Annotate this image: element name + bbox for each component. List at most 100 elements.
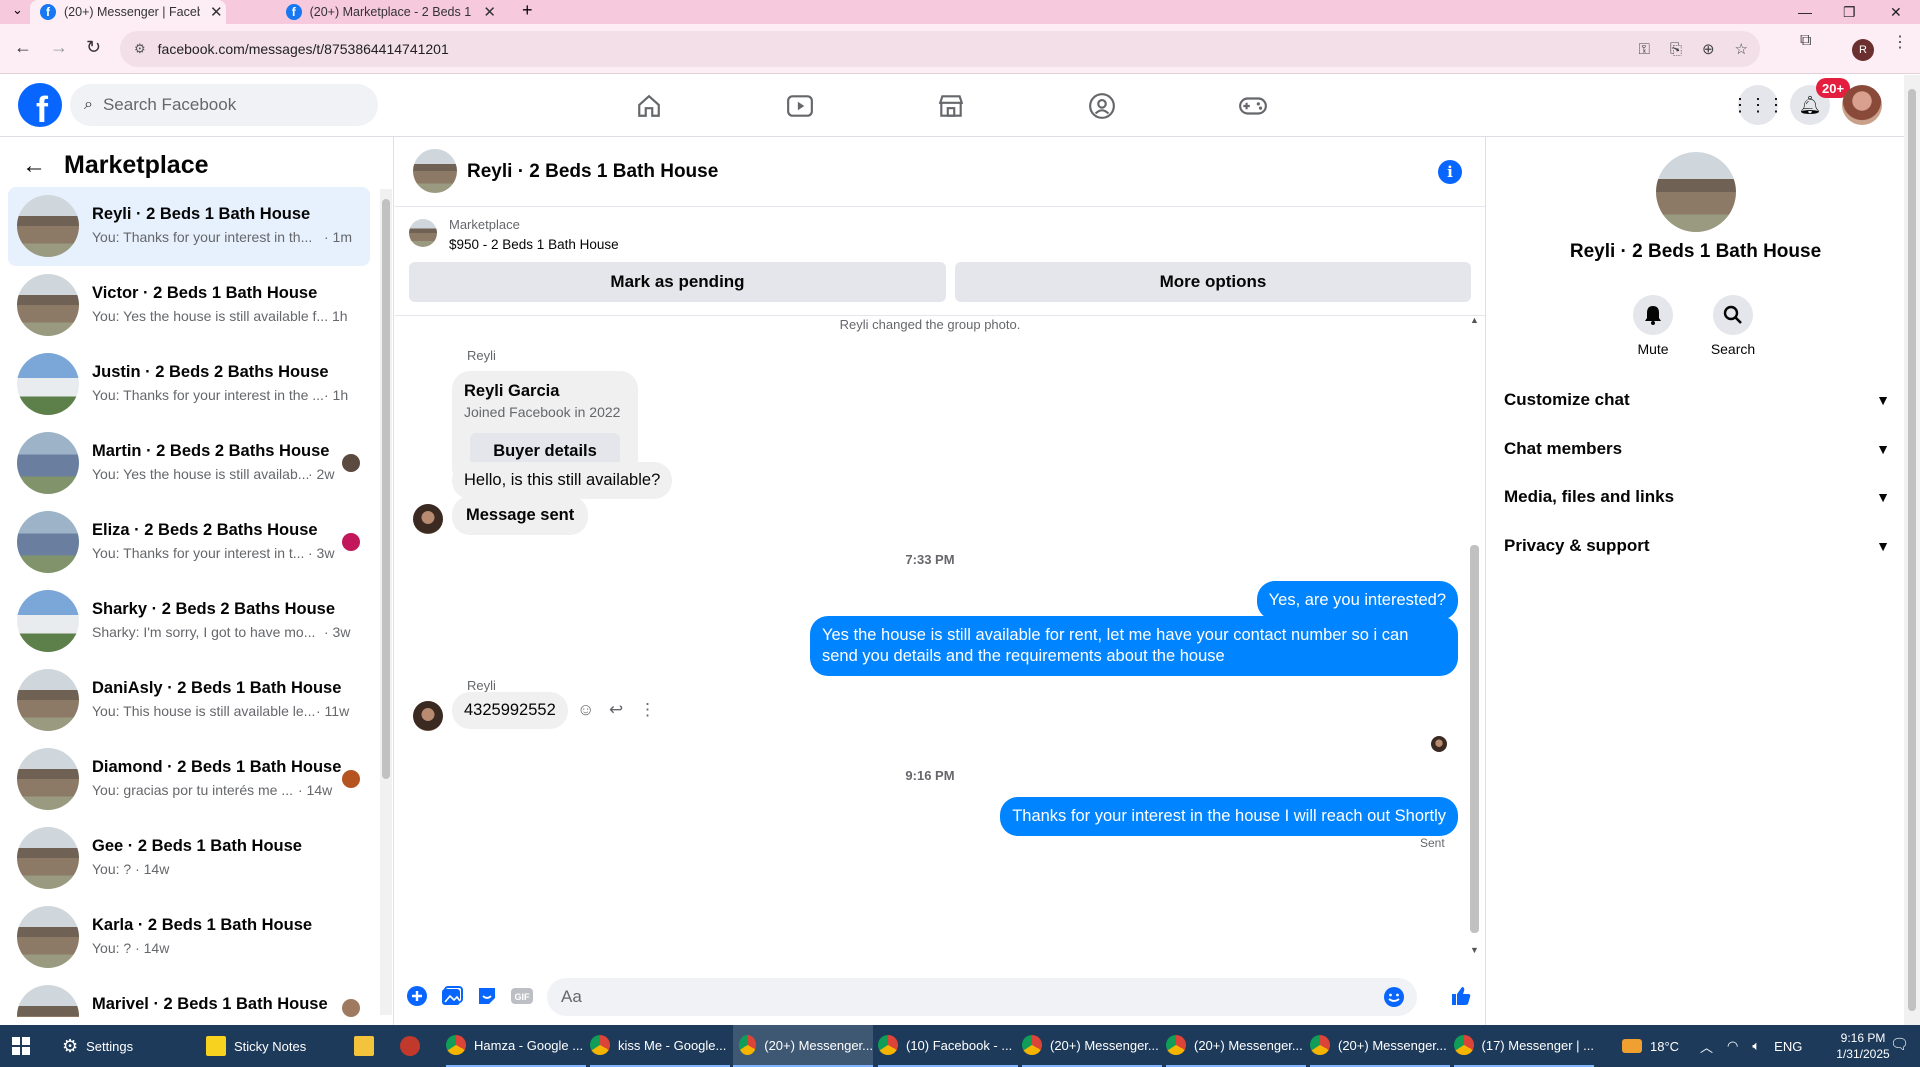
- conversation-item[interactable]: Gee · 2 Beds 1 Bath House You: ? · 14w: [8, 819, 370, 898]
- message-bubble-incoming[interactable]: Hello, is this still available?: [452, 462, 673, 499]
- chat-thumbnail[interactable]: [413, 149, 457, 193]
- info-icon[interactable]: i: [1438, 160, 1462, 184]
- message-bubble-incoming[interactable]: Message sent: [452, 496, 589, 535]
- taskbar-clock[interactable]: 9:16 PM 1/31/2025: [1832, 1030, 1894, 1062]
- weather-widget[interactable]: 18°C: [1622, 1025, 1679, 1067]
- taskbar-settings[interactable]: ⚙ Settings: [62, 1025, 202, 1067]
- taskbar-chrome-window[interactable]: (20+) Messenger...: [1022, 1025, 1162, 1067]
- taskbar-chrome-window[interactable]: (20+) Messenger...: [1166, 1025, 1306, 1067]
- conversation-item[interactable]: Marivel · 2 Beds 1 Bath House: [8, 977, 370, 1017]
- taskbar-chrome-window[interactable]: (20+) Messenger...: [1310, 1025, 1450, 1067]
- start-button[interactable]: [12, 1025, 30, 1067]
- scroll-down-icon[interactable]: ▼: [1470, 945, 1479, 955]
- install-app-icon[interactable]: ⎘: [1670, 41, 1682, 58]
- restore-icon[interactable]: ❐: [1843, 0, 1856, 24]
- taskbar-file-explorer[interactable]: [354, 1025, 394, 1067]
- sender-avatar[interactable]: [413, 701, 443, 731]
- section-privacy-support[interactable]: Privacy & support ▼: [1504, 526, 1894, 566]
- conversation-item[interactable]: Martin · 2 Beds 2 Baths House You: Yes t…: [8, 424, 370, 503]
- scroll-up-icon[interactable]: ▲: [1470, 315, 1479, 325]
- home-icon[interactable]: [634, 91, 664, 121]
- url-omnibox[interactable]: ⚙ facebook.com/messages/t/87538644147412…: [120, 31, 1760, 67]
- message-bubble-outgoing[interactable]: Thanks for your interest in the house I …: [1000, 797, 1458, 836]
- search-in-chat-button[interactable]: Search: [1703, 295, 1763, 357]
- mark-as-pending-button[interactable]: Mark as pending: [409, 262, 946, 302]
- taskbar-chrome-window[interactable]: (10) Facebook - ...: [878, 1025, 1018, 1067]
- new-tab-icon[interactable]: +: [522, 0, 533, 21]
- emoji-icon[interactable]: [1383, 986, 1405, 1013]
- message-bubble-outgoing[interactable]: Yes, are you interested?: [1256, 581, 1458, 620]
- browser-menu-icon[interactable]: ⋮: [1892, 32, 1908, 52]
- section-chat-members[interactable]: Chat members ▼: [1504, 429, 1894, 469]
- more-actions-icon[interactable]: ⋮: [639, 700, 656, 720]
- wifi-icon[interactable]: ◠: [1727, 1038, 1738, 1054]
- sender-avatar[interactable]: [413, 504, 443, 534]
- reply-icon[interactable]: ↩: [609, 700, 623, 720]
- conversation-list-scrollbar[interactable]: [380, 189, 392, 1015]
- message-bubble-outgoing[interactable]: Yes the house is still available for ren…: [810, 616, 1458, 676]
- marketplace-icon[interactable]: [936, 91, 966, 121]
- message-input[interactable]: Aa: [547, 978, 1417, 1016]
- add-plus-icon[interactable]: [405, 984, 429, 1008]
- scrollbar-thumb[interactable]: [1470, 545, 1479, 933]
- tab-marketplace[interactable]: f (20+) Marketplace - 2 Beds 1 Bat ✕: [276, 0, 496, 24]
- tab-search-chevron-icon[interactable]: ⌄: [12, 2, 23, 18]
- bookmark-star-icon[interactable]: ☆: [1735, 40, 1748, 58]
- taskbar-sticky-notes[interactable]: Sticky Notes: [206, 1025, 346, 1067]
- forward-icon[interactable]: →: [50, 37, 68, 58]
- conversation-item[interactable]: Sharky · 2 Beds 2 Baths House Sharky: I'…: [8, 582, 370, 661]
- conversation-item[interactable]: Justin · 2 Beds 2 Baths House You: Thank…: [8, 345, 370, 424]
- zoom-icon[interactable]: ⊕: [1702, 40, 1715, 58]
- password-key-icon[interactable]: ⚿: [1639, 41, 1650, 58]
- notification-center-icon[interactable]: 🗨︎: [1890, 1035, 1909, 1053]
- page-scrollbar[interactable]: [1904, 75, 1920, 1025]
- back-arrow-icon[interactable]: ←: [22, 152, 46, 180]
- mute-button[interactable]: Mute: [1623, 295, 1683, 357]
- photo-icon[interactable]: [440, 984, 464, 1008]
- tab-messenger[interactable]: f (20+) Messenger | Facebook ✕: [30, 0, 226, 24]
- volume-icon[interactable]: 🔈︎: [1752, 1038, 1760, 1054]
- minimize-icon[interactable]: —: [1798, 0, 1812, 24]
- facebook-search-input[interactable]: ⌕ Search Facebook: [70, 84, 378, 126]
- menu-grid-icon[interactable]: ⋮⋮⋮: [1731, 85, 1785, 125]
- close-icon[interactable]: ✕: [483, 3, 496, 21]
- gif-icon[interactable]: GIF: [510, 984, 534, 1008]
- taskbar-chrome-window[interactable]: Hamza - Google ...: [446, 1025, 586, 1067]
- video-icon[interactable]: [785, 91, 815, 121]
- reload-icon[interactable]: ↻: [86, 37, 101, 58]
- conversation-item[interactable]: Karla · 2 Beds 1 Bath House You: ? · 14w: [8, 898, 370, 977]
- message-bubble-incoming[interactable]: 4325992552: [452, 692, 568, 729]
- chat-scrollbar[interactable]: ▲ ▼: [1467, 315, 1481, 957]
- react-emoji-icon[interactable]: ☺: [577, 700, 594, 720]
- window-close-icon[interactable]: ✕: [1890, 0, 1902, 24]
- groups-icon[interactable]: [1087, 91, 1117, 121]
- section-customize-chat[interactable]: Customize chat ▼: [1504, 380, 1894, 420]
- language-indicator[interactable]: ENG: [1774, 1039, 1802, 1054]
- taskbar-app[interactable]: [400, 1025, 440, 1067]
- gaming-icon[interactable]: [1238, 91, 1268, 121]
- facebook-logo-icon[interactable]: f: [18, 83, 62, 127]
- section-media-files-links[interactable]: Media, files and links ▼: [1504, 477, 1894, 517]
- taskbar-chrome-window[interactable]: (17) Messenger | ...: [1454, 1025, 1594, 1067]
- conversation-item[interactable]: Diamond · 2 Beds 1 Bath House You: graci…: [8, 740, 370, 819]
- browser-profile-avatar[interactable]: R: [1852, 39, 1874, 61]
- account-avatar[interactable]: [1842, 85, 1882, 125]
- chat-photo[interactable]: [1656, 152, 1736, 232]
- more-options-button[interactable]: More options: [955, 262, 1471, 302]
- conversation-item[interactable]: Eliza · 2 Beds 2 Baths House You: Thanks…: [8, 503, 370, 582]
- tray-chevron-up-icon[interactable]: ︿: [1700, 1037, 1713, 1056]
- taskbar-chrome-window-active[interactable]: (20+) Messenger...: [733, 1025, 873, 1067]
- chat-title[interactable]: Reyli · 2 Beds 1 Bath House: [467, 161, 718, 183]
- taskbar-chrome-window[interactable]: kiss Me - Google...: [590, 1025, 730, 1067]
- site-info-icon[interactable]: ⚙: [134, 41, 146, 57]
- conversation-item[interactable]: Reyli · 2 Beds 1 Bath House You: Thanks …: [8, 187, 370, 266]
- sticker-icon[interactable]: [475, 984, 499, 1008]
- conversation-item[interactable]: Victor · 2 Beds 1 Bath House You: Yes th…: [8, 266, 370, 345]
- back-icon[interactable]: ←: [14, 37, 32, 58]
- scrollbar-thumb[interactable]: [382, 199, 390, 779]
- close-icon[interactable]: ✕: [210, 3, 223, 21]
- conversation-item[interactable]: DaniAsly · 2 Beds 1 Bath House You: This…: [8, 661, 370, 740]
- scrollbar-thumb[interactable]: [1908, 89, 1916, 1011]
- thumbs-up-icon[interactable]: [1449, 984, 1473, 1008]
- extensions-icon[interactable]: ⧉: [1800, 32, 1811, 50]
